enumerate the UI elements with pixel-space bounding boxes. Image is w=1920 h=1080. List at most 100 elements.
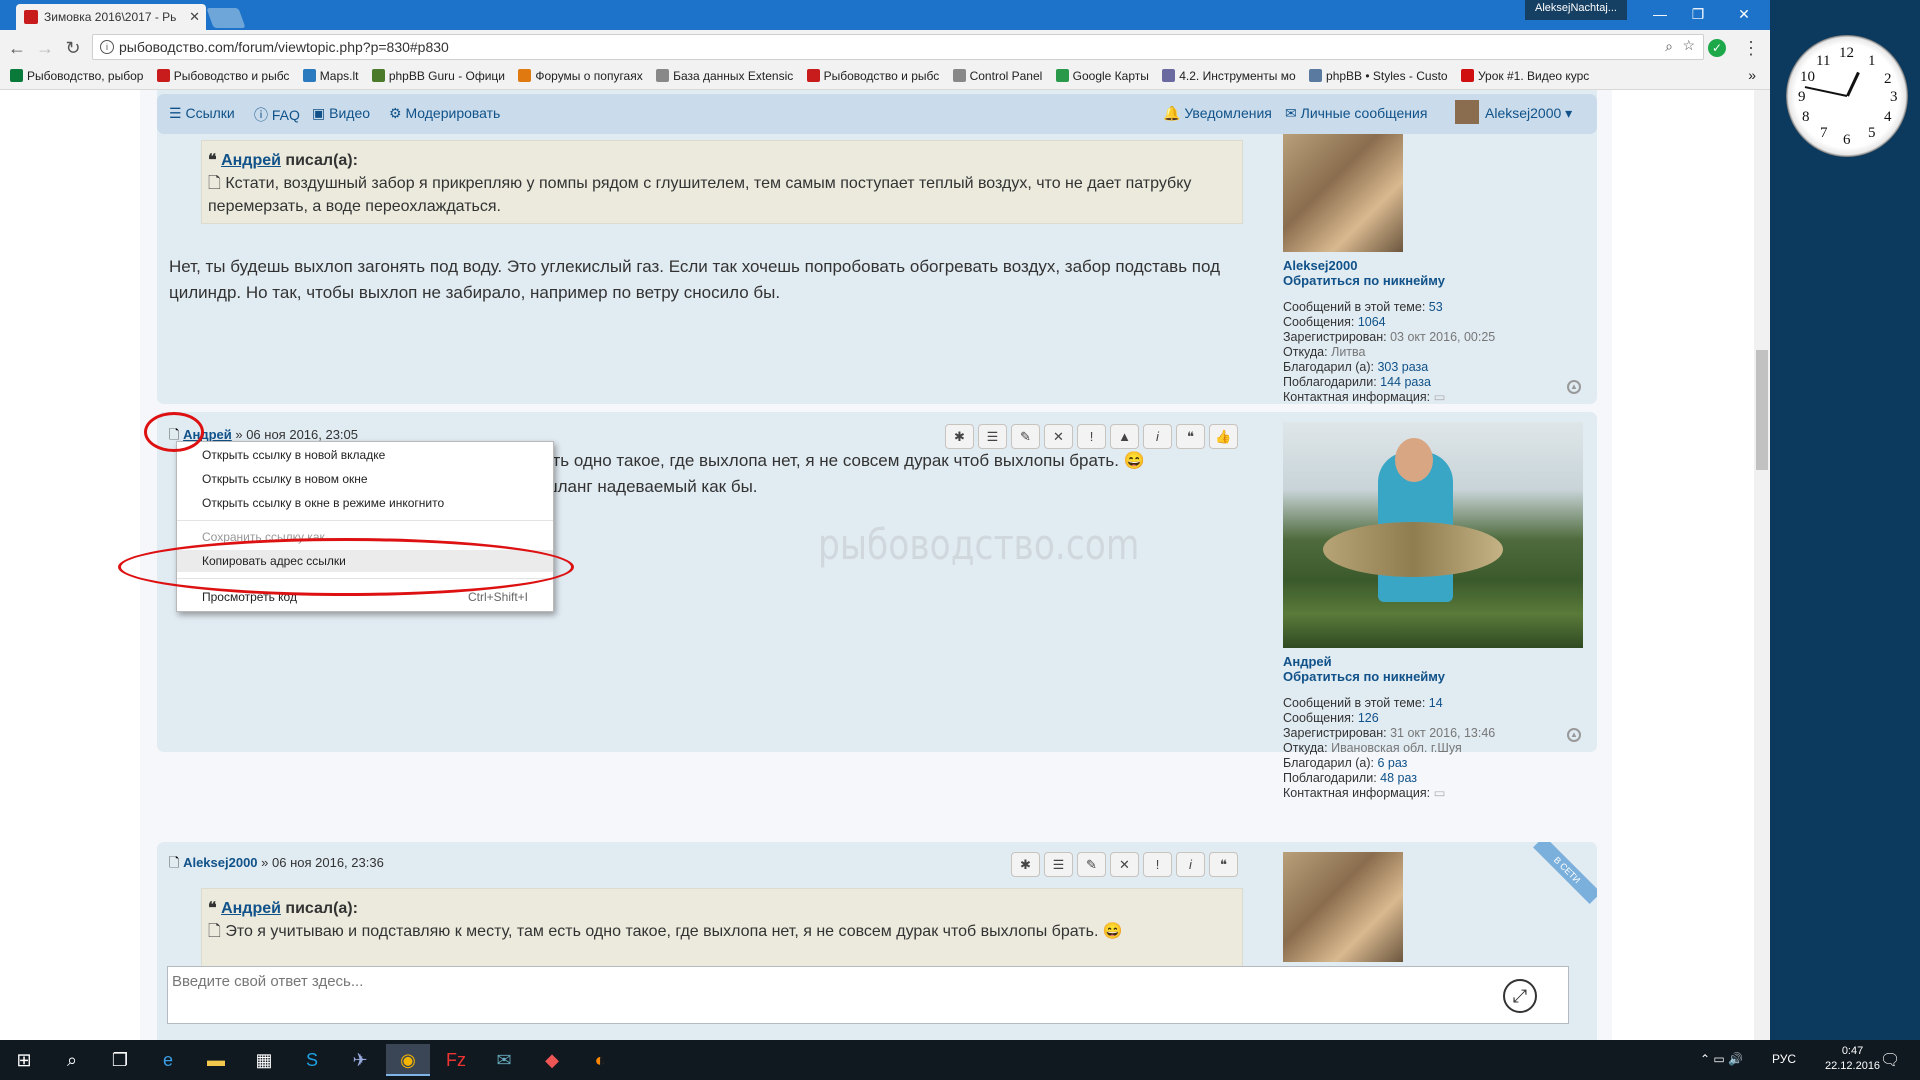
minimize-icon[interactable]: — <box>1640 2 1680 26</box>
restore-icon[interactable]: ❐ <box>1678 2 1718 26</box>
info-list-icon[interactable]: ☰ <box>1044 852 1073 877</box>
info-icon[interactable]: i <box>1176 852 1205 877</box>
delete-icon[interactable]: ✕ <box>1044 424 1073 449</box>
user-menu[interactable]: Aleksej2000 ▾ <box>1485 105 1572 122</box>
back-icon[interactable]: ← <box>6 37 28 59</box>
thanks-count[interactable]: 144 раза <box>1380 375 1431 389</box>
delete-icon[interactable]: ✕ <box>1110 852 1139 877</box>
thumbs-up-icon[interactable]: 👍 <box>1209 424 1238 449</box>
user-avatar-icon[interactable] <box>1455 100 1479 124</box>
desktop-clock-gadget[interactable]: 12 1 2 3 4 5 6 7 8 9 10 11 <box>1786 35 1908 157</box>
task-view-icon[interactable]: ❐ <box>98 1044 142 1076</box>
bookmarks-overflow-icon[interactable]: » <box>1748 67 1756 83</box>
close-tab-icon[interactable]: ✕ <box>189 9 200 25</box>
bookmark-item[interactable]: Урок #1. Видео курс <box>1460 69 1589 85</box>
video-link[interactable]: ▣ Видео <box>312 105 370 122</box>
skype-icon[interactable]: S <box>290 1044 334 1076</box>
browser-tab[interactable]: Зимовка 2016\2017 - Рь ✕ <box>16 4 206 30</box>
bookmark-item[interactable]: Рыбоводство, рыбор <box>10 69 143 85</box>
menu-open-new-tab[interactable]: Открыть ссылку в новой вкладке <box>177 444 553 466</box>
profile-username[interactable]: Андрей <box>1283 654 1583 669</box>
quote-author-link[interactable]: Андрей <box>221 900 281 917</box>
quote-author-link[interactable]: Андрей <box>221 152 281 169</box>
store-icon[interactable]: ▦ <box>242 1044 286 1076</box>
menu-links[interactable]: ☰ Ссылки <box>169 105 235 122</box>
bookmark-item[interactable]: Google Карты <box>1055 69 1149 85</box>
back-to-top-icon[interactable]: ▲ <box>1567 728 1581 742</box>
site-info-icon[interactable]: i <box>100 40 114 54</box>
post-author-link[interactable]: Aleksej2000 <box>183 855 257 870</box>
back-to-top-icon[interactable]: ▲ <box>1567 380 1581 394</box>
forward-icon[interactable]: → <box>34 37 56 59</box>
mention-link[interactable]: Обратиться по никнейму <box>1283 273 1583 288</box>
moderate-link[interactable]: ⚙ Модерировать <box>389 105 500 122</box>
report-icon[interactable]: ! <box>1143 852 1172 877</box>
thanked-count[interactable]: 6 раз <box>1377 756 1407 770</box>
page-scrollbar[interactable] <box>1754 90 1770 1040</box>
bookmark-item[interactable]: phpBB • Styles - Custo <box>1309 69 1448 85</box>
filezilla-icon[interactable]: Fz <box>434 1044 478 1076</box>
report-icon[interactable]: ! <box>1077 424 1106 449</box>
chrome-icon[interactable]: ◉ <box>386 1044 430 1076</box>
bookmark-item[interactable]: Рыбоводство и рыбс <box>806 69 939 85</box>
menu-dots-icon[interactable]: ⋮ <box>1740 37 1762 59</box>
menu-open-new-window[interactable]: Открыть ссылку в новом окне <box>177 468 553 490</box>
close-window-icon[interactable]: ✕ <box>1724 2 1764 26</box>
messages-link[interactable]: ✉ Личные сообщения <box>1285 105 1427 122</box>
warn-icon[interactable]: ▲ <box>1110 424 1139 449</box>
reply-textarea[interactable]: Введите свой ответ здесь... <box>167 966 1569 1024</box>
bookmark-item[interactable]: phpBB Guru - Офици <box>371 69 505 85</box>
contact-icon[interactable]: ▭ <box>1434 390 1446 404</box>
posts-count[interactable]: 126 <box>1358 711 1379 725</box>
input-language[interactable]: РУС <box>1772 1052 1796 1066</box>
expand-icon[interactable]: ⤢ <box>1503 979 1537 1013</box>
notifications-link[interactable]: 🔔 Уведомления <box>1163 105 1272 122</box>
posts-count[interactable]: 1064 <box>1358 315 1386 329</box>
app-icon[interactable]: ✈ <box>338 1044 382 1076</box>
edit-icon[interactable]: ✎ <box>1011 424 1040 449</box>
bookmark-item[interactable]: База данных Extensic <box>656 69 793 85</box>
mention-link[interactable]: Обратиться по никнейму <box>1283 669 1583 684</box>
info-list-icon[interactable]: ☰ <box>978 424 1007 449</box>
notifications-icon[interactable]: 🗨 <box>1880 1050 1900 1070</box>
faq-link[interactable]: ⓘ FAQ <box>254 105 300 125</box>
avatar[interactable] <box>1283 852 1403 962</box>
file-explorer-icon[interactable]: ▬ <box>194 1044 238 1076</box>
quote-icon[interactable]: ❝ <box>1176 424 1205 449</box>
tray-icons[interactable]: ⌃ ▭ 🔊 <box>1700 1052 1743 1066</box>
posts-in-topic[interactable]: 14 <box>1429 696 1443 710</box>
post-link-icon[interactable]: 🗋 <box>208 175 225 192</box>
start-icon[interactable]: ⊞ <box>2 1044 46 1076</box>
search-icon[interactable]: ⌕ <box>50 1044 94 1076</box>
bookmark-item[interactable]: Maps.lt <box>302 69 358 85</box>
info-icon[interactable]: i <box>1143 424 1172 449</box>
edit-icon[interactable]: ✎ <box>1077 852 1106 877</box>
avatar[interactable] <box>1283 134 1403 252</box>
contact-icon[interactable]: ▭ <box>1434 786 1446 800</box>
taskbar-clock[interactable]: 0:47 22.12.2016 <box>1825 1044 1880 1074</box>
bookmark-item[interactable]: 4.2. Инструменты мо <box>1162 69 1296 85</box>
edge-icon[interactable]: e <box>146 1044 190 1076</box>
post-link-icon[interactable]: 🗋 <box>208 923 225 940</box>
profile-username[interactable]: Aleksej2000 <box>1283 258 1583 273</box>
posts-in-topic[interactable]: 53 <box>1429 300 1443 314</box>
thanks-count[interactable]: 48 раз <box>1380 771 1417 785</box>
reload-icon[interactable]: ↻ <box>62 37 84 59</box>
star-icon[interactable]: ✱ <box>1011 852 1040 877</box>
firefox-icon[interactable]: ◐ <box>578 1044 622 1076</box>
star-icon[interactable]: ✱ <box>945 424 974 449</box>
scrollbar-thumb[interactable] <box>1756 350 1768 470</box>
menu-open-incognito[interactable]: Открыть ссылку в окне в режиме инкогнито <box>177 492 553 514</box>
bookmark-item[interactable]: Форумы о попугаях <box>518 69 643 85</box>
thanked-count[interactable]: 303 раза <box>1377 360 1428 374</box>
mail-app-icon[interactable]: ✉ <box>482 1044 526 1076</box>
bookmark-item[interactable]: Control Panel <box>952 69 1042 85</box>
paint-app-icon[interactable]: ◆ <box>530 1044 574 1076</box>
zoom-icon[interactable]: ⌕ <box>1665 38 1673 55</box>
avatar[interactable] <box>1283 422 1583 648</box>
extension-check-icon[interactable]: ✓ <box>1708 39 1726 57</box>
bookmark-item[interactable]: Рыбоводство и рыбс <box>156 69 289 85</box>
new-tab-button[interactable] <box>206 8 246 28</box>
bookmark-star-icon[interactable]: ☆ <box>1682 37 1695 54</box>
address-bar[interactable]: i рыбоводство.com/forum/viewtopic.php?p=… <box>92 34 1704 60</box>
